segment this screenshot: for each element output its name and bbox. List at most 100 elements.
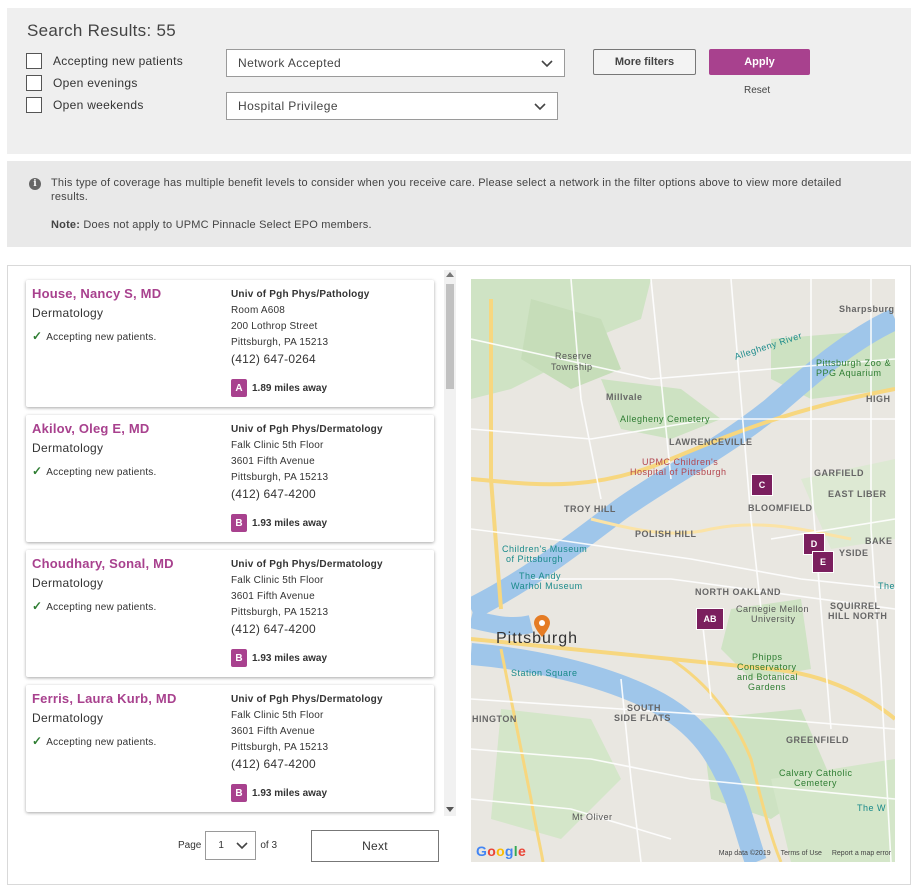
- chevron-down-icon: [541, 60, 553, 68]
- phone-number[interactable]: (412) 647-0264: [231, 351, 370, 367]
- check-icon: ✓: [32, 464, 43, 478]
- accepting-status: ✓ Accepting new patients.: [32, 734, 157, 748]
- provider-card[interactable]: Ferris, Laura Kurb, MD Dermatology ✓ Acce…: [26, 685, 434, 812]
- provider-address: Univ of Pgh Phys/Dermatology Falk Clinic…: [231, 557, 383, 637]
- page-select-value: 1: [218, 840, 224, 851]
- address-city: Pittsburgh, PA 15213: [231, 337, 329, 348]
- practice-name: Univ of Pgh Phys/Pathology: [231, 289, 370, 300]
- network-select-value: Network Accepted: [238, 56, 342, 70]
- provider-address: Univ of Pgh Phys/Dermatology Falk Clinic…: [231, 692, 383, 772]
- accepting-text: Accepting new patients.: [46, 332, 157, 343]
- results-map[interactable]: Sharpsburg Reserve Township Millvale All…: [471, 279, 895, 862]
- map-label: Phipps: [752, 652, 783, 662]
- checkbox-label: Open evenings: [53, 76, 138, 90]
- scroll-down-arrow-icon[interactable]: [446, 807, 454, 812]
- provider-specialty: Dermatology: [32, 441, 104, 455]
- map-label: Cemetery: [794, 778, 838, 788]
- apply-button[interactable]: Apply: [709, 49, 810, 75]
- provider-card[interactable]: House, Nancy S, MD Dermatology ✓ Acceptin…: [26, 280, 434, 407]
- address-line-1: Falk Clinic 5th Floor: [231, 575, 324, 586]
- accepting-status: ✓ Accepting new patients.: [32, 329, 157, 343]
- checkbox-accepting-new-patients[interactable]: Accepting new patients: [26, 53, 183, 69]
- checkbox-box[interactable]: [26, 75, 42, 91]
- reset-link[interactable]: Reset: [744, 85, 770, 96]
- check-icon: ✓: [32, 329, 43, 343]
- page-label: Page: [178, 840, 202, 851]
- terms-of-use-link[interactable]: Terms of Use: [781, 850, 822, 857]
- more-filters-button[interactable]: More filters: [593, 49, 696, 75]
- coverage-info-banner: i This type of coverage has multiple ben…: [7, 161, 911, 247]
- map-label: Township: [551, 362, 593, 372]
- map-label: Calvary Catholic: [779, 768, 853, 778]
- filter-panel: Search Results: 55 Accepting new patient…: [7, 8, 911, 154]
- map-label: Pittsburgh Zoo &: [816, 358, 892, 368]
- phone-number[interactable]: (412) 647-4200: [231, 756, 383, 772]
- map-label: TROY HILL: [564, 504, 616, 514]
- map-label: YSIDE: [839, 548, 869, 558]
- map-label: Gardens: [748, 682, 787, 692]
- map-label: of Pittsburgh: [506, 554, 564, 564]
- provider-list[interactable]: House, Nancy S, MD Dermatology ✓ Acceptin…: [23, 276, 443, 816]
- chevron-down-icon: [534, 103, 546, 111]
- provider-card[interactable]: Choudhary, Sonal, MD Dermatology ✓ Accept…: [26, 550, 434, 677]
- note-label: Note:: [51, 219, 81, 231]
- map-marker-c[interactable]: C: [751, 474, 773, 496]
- provider-name-link[interactable]: Ferris, Laura Kurb, MD: [32, 691, 177, 706]
- map-label: LAWRENCEVILLE: [669, 437, 753, 447]
- distance-text: 1.89 miles away: [252, 382, 328, 394]
- map-label: SOUTH: [627, 703, 661, 713]
- provider-name-link[interactable]: Choudhary, Sonal, MD: [32, 556, 174, 571]
- map-marker-e[interactable]: E: [812, 551, 834, 573]
- location-pin-icon[interactable]: [534, 615, 550, 637]
- address-city: Pittsburgh, PA 15213: [231, 472, 329, 483]
- map-marker-badge: B: [231, 649, 247, 667]
- checkbox-box[interactable]: [26, 53, 42, 69]
- address-line-2: 3601 Fifth Avenue: [231, 726, 315, 737]
- accepting-status: ✓ Accepting new patients.: [32, 599, 157, 613]
- map-label: HILL NORTH: [828, 611, 888, 621]
- scroll-up-arrow-icon[interactable]: [446, 272, 454, 277]
- distance: B 1.93 miles away: [231, 514, 327, 532]
- map-marker-badge: B: [231, 784, 247, 802]
- phone-number[interactable]: (412) 647-4200: [231, 621, 383, 637]
- list-scrollbar[interactable]: [444, 270, 456, 816]
- accepting-text: Accepting new patients.: [46, 467, 157, 478]
- map-label: GREENFIELD: [786, 735, 850, 745]
- practice-name: Univ of Pgh Phys/Dermatology: [231, 694, 383, 705]
- map-label: Sharpsburg: [839, 304, 895, 314]
- next-page-button[interactable]: Next: [311, 830, 439, 862]
- checkbox-open-evenings[interactable]: Open evenings: [26, 75, 138, 91]
- phone-number[interactable]: (412) 647-4200: [231, 486, 383, 502]
- scrollbar-thumb[interactable]: [446, 284, 454, 389]
- hospital-privilege-select[interactable]: Hospital Privilege: [226, 92, 558, 120]
- accepting-status: ✓ Accepting new patients.: [32, 464, 157, 478]
- results-count-title: Search Results: 55: [27, 21, 177, 40]
- checkbox-box[interactable]: [26, 97, 42, 113]
- map-label: Carnegie Mellon: [736, 604, 810, 614]
- map-label: UPMC Children's: [642, 457, 719, 467]
- map-label: SIDE FLATS: [614, 713, 671, 723]
- hospital-select-value: Hospital Privilege: [238, 99, 338, 113]
- info-icon: i: [29, 178, 41, 190]
- practice-name: Univ of Pgh Phys/Dermatology: [231, 559, 383, 570]
- map-label: and Botanical: [737, 672, 799, 682]
- distance-text: 1.93 miles away: [252, 517, 328, 529]
- map-label: HIGH: [866, 394, 891, 404]
- checkbox-label: Open weekends: [53, 98, 144, 112]
- checkbox-open-weekends[interactable]: Open weekends: [26, 97, 144, 113]
- map-label: The Andy: [519, 571, 562, 581]
- map-marker-ab[interactable]: AB: [696, 608, 724, 630]
- note-body: Does not apply to UPMC Pinnacle Select E…: [80, 219, 372, 231]
- map-label: Hospital of Pittsburgh: [630, 467, 727, 477]
- provider-card[interactable]: Akilov, Oleg E, MD Dermatology ✓ Acceptin…: [26, 415, 434, 542]
- page-select[interactable]: 1: [205, 831, 257, 860]
- address-line-2: 3601 Fifth Avenue: [231, 591, 315, 602]
- network-select[interactable]: Network Accepted: [226, 49, 565, 77]
- address-line-1: Room A608: [231, 305, 286, 316]
- coverage-message: This type of coverage has multiple benef…: [51, 177, 842, 203]
- map-label: GARFIELD: [814, 468, 864, 478]
- provider-name-link[interactable]: House, Nancy S, MD: [32, 286, 161, 301]
- report-map-error-link[interactable]: Report a map error: [832, 850, 891, 857]
- provider-name-link[interactable]: Akilov, Oleg E, MD: [32, 421, 150, 436]
- map-label: EAST LIBER: [828, 489, 887, 499]
